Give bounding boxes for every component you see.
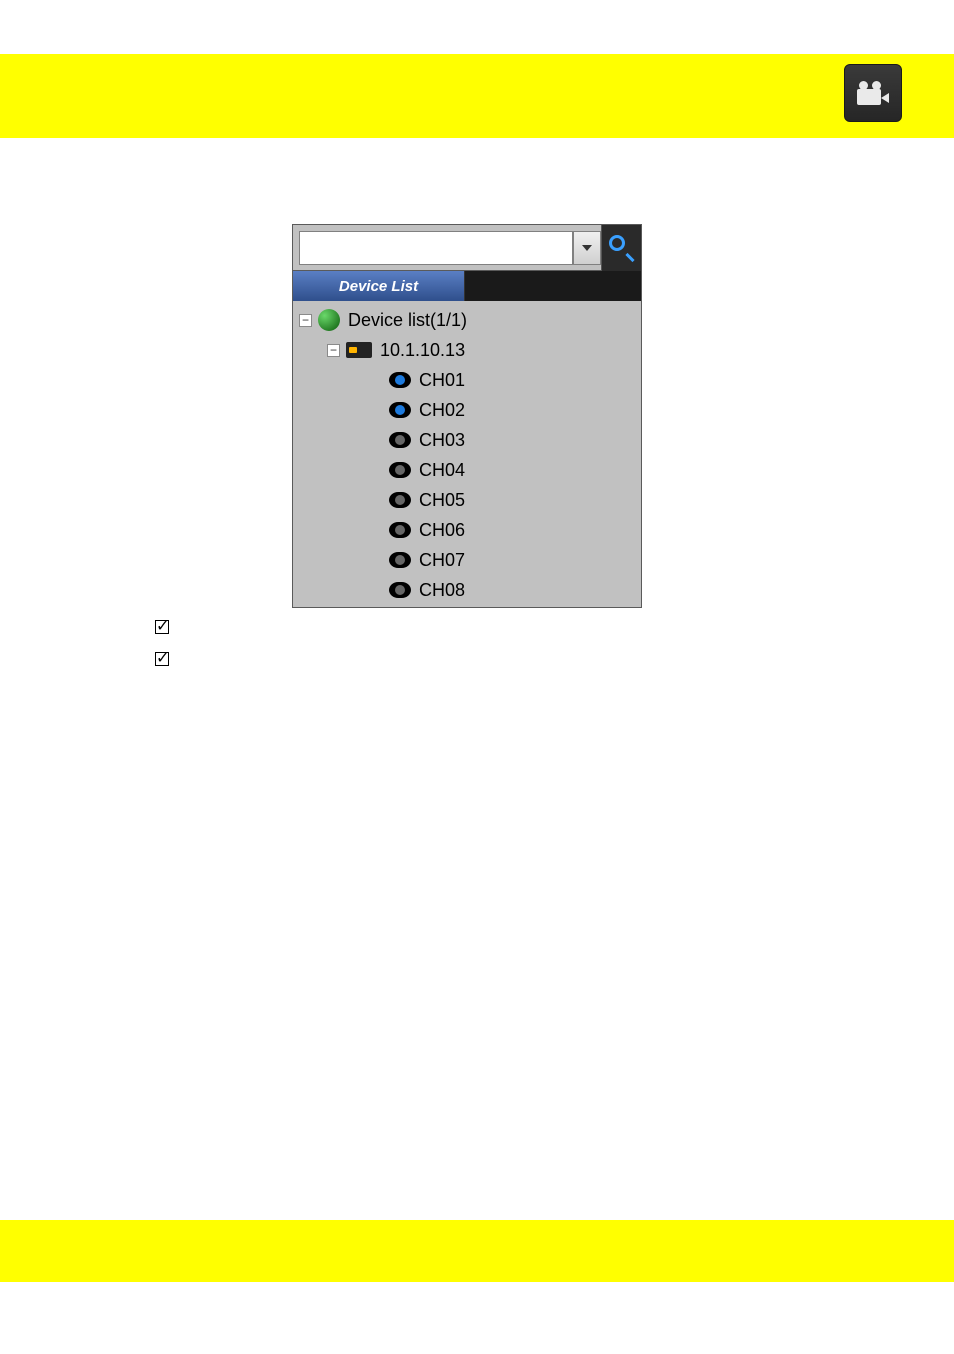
search-icon xyxy=(609,235,635,261)
channel-label: CH04 xyxy=(419,460,465,481)
tree-root[interactable]: − Device list(1/1) xyxy=(293,305,641,335)
camera-eye-icon xyxy=(389,552,411,568)
tree-channel[interactable]: CH01 xyxy=(293,365,641,395)
tree-channel[interactable]: CH06 xyxy=(293,515,641,545)
channel-label: CH06 xyxy=(419,520,465,541)
checkbox-list xyxy=(155,620,185,684)
search-input[interactable] xyxy=(299,231,573,265)
tree-device[interactable]: − 10.1.10.13 xyxy=(293,335,641,365)
channel-label: CH05 xyxy=(419,490,465,511)
collapse-icon[interactable]: − xyxy=(327,344,340,357)
channel-label: CH07 xyxy=(419,550,465,571)
video-camera-icon xyxy=(857,81,889,105)
search-button[interactable] xyxy=(601,225,641,271)
channel-label: CH02 xyxy=(419,400,465,421)
collapse-icon[interactable]: − xyxy=(299,314,312,327)
camera-eye-icon xyxy=(389,402,411,418)
list-item xyxy=(155,652,185,666)
tab-strip-remainder xyxy=(465,271,641,301)
tree-channel[interactable]: CH02 xyxy=(293,395,641,425)
camera-eye-icon xyxy=(389,432,411,448)
tree-channel[interactable]: CH08 xyxy=(293,575,641,605)
device-list-panel: Device List − Device list(1/1) − 10.1.10… xyxy=(292,224,642,608)
check-icon xyxy=(155,620,169,634)
tree-channel[interactable]: CH04 xyxy=(293,455,641,485)
chevron-down-icon xyxy=(582,245,592,251)
camera-eye-icon xyxy=(389,462,411,478)
list-item xyxy=(155,620,185,634)
tab-device-list[interactable]: Device List xyxy=(293,271,465,301)
tree-channel[interactable]: CH03 xyxy=(293,425,641,455)
channel-label: CH08 xyxy=(419,580,465,601)
tab-strip: Device List xyxy=(293,271,641,301)
camera-eye-icon xyxy=(389,582,411,598)
tree-root-label: Device list(1/1) xyxy=(348,310,467,331)
header-band xyxy=(0,54,954,138)
check-icon xyxy=(155,652,169,666)
tree-channel[interactable]: CH07 xyxy=(293,545,641,575)
camera-eye-icon xyxy=(389,522,411,538)
device-tree: − Device list(1/1) − 10.1.10.13 CH01 CH02… xyxy=(293,301,641,605)
nvr-icon xyxy=(346,342,372,358)
device-ip-label: 10.1.10.13 xyxy=(380,340,465,361)
search-row xyxy=(293,225,641,271)
globe-icon xyxy=(318,309,340,331)
tree-channel[interactable]: CH05 xyxy=(293,485,641,515)
camera-eye-icon xyxy=(389,492,411,508)
footer-band xyxy=(0,1220,954,1282)
video-mode-button[interactable] xyxy=(844,64,902,122)
camera-eye-icon xyxy=(389,372,411,388)
search-dropdown-button[interactable] xyxy=(573,231,601,265)
channel-label: CH03 xyxy=(419,430,465,451)
channel-label: CH01 xyxy=(419,370,465,391)
